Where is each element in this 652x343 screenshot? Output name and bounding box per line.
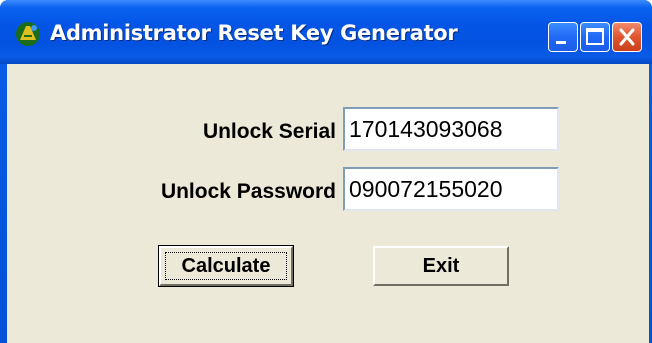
close-button[interactable] [612, 22, 642, 52]
maximize-button[interactable] [580, 22, 610, 52]
dialog-body: Unlock Serial Unlock Password Calculate … [7, 64, 649, 343]
exit-button-label: Exit [422, 255, 460, 277]
minimize-button[interactable] [548, 22, 578, 52]
close-icon [619, 28, 635, 46]
maximize-icon [586, 28, 604, 45]
window-title: Administrator Reset Key Generator [50, 21, 458, 45]
minimize-icon [556, 41, 566, 44]
app-icon [16, 22, 40, 46]
calculate-button[interactable]: Calculate [158, 245, 294, 287]
exit-button[interactable]: Exit [373, 246, 509, 286]
title-bar[interactable]: Administrator Reset Key Generator [0, 0, 652, 64]
app-window: Administrator Reset Key Generator Unlock… [0, 0, 652, 343]
unlock-password-field[interactable] [343, 167, 559, 211]
unlock-serial-field[interactable] [343, 107, 559, 151]
focus-rectangle [165, 252, 287, 280]
unlock-password-label: Unlock Password [160, 180, 336, 203]
unlock-serial-label: Unlock Serial [202, 120, 336, 143]
